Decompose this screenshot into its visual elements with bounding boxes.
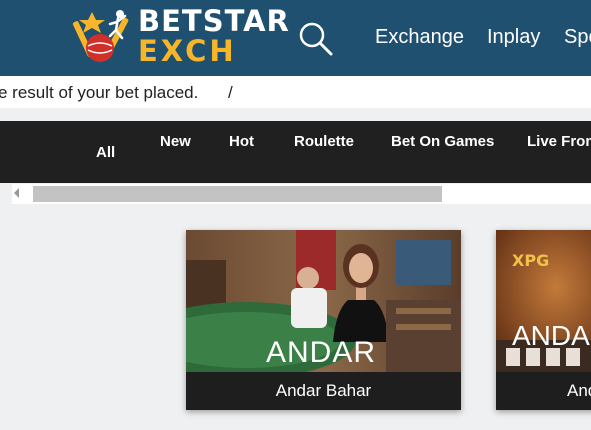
marquee-separator: / (228, 83, 233, 102)
game-caption: Andar Bahar (186, 372, 461, 410)
category-tabs: All New Hot Roulette Bet On Games Live F… (0, 121, 591, 183)
tab-roulette[interactable]: Roulette (294, 133, 354, 150)
marquee-text: e result of your bet placed. (0, 83, 199, 102)
nav-exchange[interactable]: Exchange (375, 26, 464, 49)
game-card-andar-bahar-xpg[interactable]: XPG ANDAR And (496, 230, 591, 410)
xpg-brand-text: XPG (512, 251, 549, 270)
nav-sports[interactable]: Spo (564, 26, 591, 49)
logo-text-betstar: BETSTAR (138, 4, 290, 38)
logo-text-exch: EXCH (138, 34, 237, 68)
xpg-scene-image: XPG ANDAR (496, 230, 591, 372)
top-header: BETSTAR EXCH Exchange Inplay Spo (0, 0, 591, 76)
tab-live-from[interactable]: Live From (527, 133, 591, 150)
tab-new[interactable]: New (160, 133, 191, 150)
scrollbar-thumb[interactable] (33, 186, 442, 202)
betstar-logo[interactable]: BETSTAR EXCH (70, 2, 289, 68)
search-icon[interactable] (298, 21, 334, 57)
game-thumbnail: ANDAR (186, 230, 461, 372)
category-scrollbar[interactable] (12, 184, 591, 204)
tab-all[interactable]: All (96, 144, 115, 161)
cricket-emblem-icon (72, 10, 129, 62)
game-caption: And (496, 372, 591, 410)
nav-inplay[interactable]: Inplay (487, 26, 540, 49)
scroll-left-arrow-icon[interactable] (14, 188, 19, 198)
game-overlay-title: ANDAR (512, 320, 591, 351)
tab-hot[interactable]: Hot (229, 133, 254, 150)
xpg-logo-icon: XPG (512, 251, 549, 270)
game-thumbnail: XPG ANDAR (496, 230, 591, 372)
game-overlay-title: ANDAR (266, 336, 376, 369)
announcement-marquee: e result of your bet placed. / (0, 76, 591, 108)
game-card-andar-bahar[interactable]: ANDAR Andar Bahar (186, 230, 461, 410)
tab-bet-on-games[interactable]: Bet On Games (391, 133, 494, 150)
dealer-scene-image: ANDAR (186, 230, 461, 372)
